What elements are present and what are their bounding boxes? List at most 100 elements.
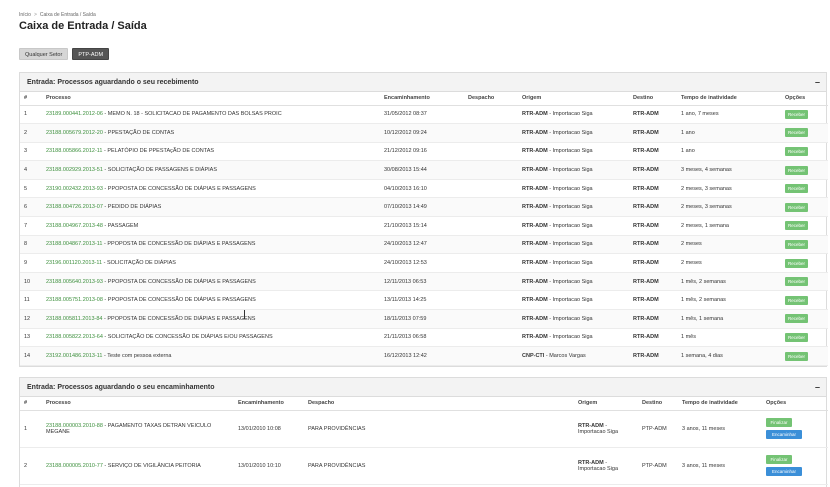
forward-button[interactable]: Encaminhar: [766, 430, 802, 439]
process-description: PPESTAÇÃO DE CONTAS: [107, 129, 175, 136]
origin-code: RTR-ADM: [522, 167, 548, 174]
process-link[interactable]: 23188.005811.2013-84: [46, 316, 102, 322]
origin-code: CNP-CTI: [522, 353, 545, 360]
process-link[interactable]: 23192.001486.2013-11: [46, 353, 102, 359]
process-cell: 23188.000005.2010-77 - SERVIÇO DE VIGILÂ…: [42, 447, 234, 485]
receive-button[interactable]: Receber: [785, 165, 809, 175]
forwarded-date: 13/01/2010 10:08: [234, 410, 304, 448]
row-number: 2: [20, 447, 42, 485]
options-cell: Receber: [781, 253, 828, 273]
col-number: #: [20, 92, 42, 106]
process-link[interactable]: 23190.002432.2013-93: [46, 186, 103, 192]
process-link[interactable]: 23188.005866.2012-11: [46, 148, 102, 154]
col-origin: Origem: [518, 92, 629, 106]
idle-time: 1 mês: [677, 328, 781, 348]
process-link[interactable]: 23189.000441.2012-06: [46, 111, 103, 117]
origin-description: Importacao Siga: [552, 148, 593, 155]
forward-panel: Entrada: Processos aguardando o seu enca…: [19, 377, 828, 487]
receive-button[interactable]: Receber: [785, 221, 809, 231]
row-number: 8: [20, 235, 42, 255]
dispatch-text: PARA PROVIDÊNCIAS: [304, 447, 574, 485]
receive-button[interactable]: Receber: [785, 239, 809, 249]
process-link[interactable]: 23188.004726.2013-07: [46, 204, 103, 210]
receive-button[interactable]: Receber: [785, 184, 809, 194]
receive-button[interactable]: Receber: [785, 295, 809, 305]
process-cell: 23188.005679.2012-20 - PPESTAÇÃO DE CONT…: [42, 123, 380, 143]
forwarded-date: 21/11/2013 06:58: [380, 328, 464, 348]
col-forwarded: Encaminhamento: [380, 92, 464, 106]
table-row: 8 23188.004867.2013-11 - PPOPOSTA DE CON…: [20, 235, 828, 255]
dispatch-text: [464, 290, 518, 311]
process-description: SOLICITAÇÃO DE PASSAGENS E DIÁPIAS: [107, 167, 217, 174]
col-origin: Origem: [574, 397, 638, 411]
options-cell: Receber: [781, 309, 828, 329]
forwarded-date: 21/10/2013 15:14: [380, 216, 464, 236]
origin-code: RTR-ADM: [522, 315, 548, 322]
receive-button[interactable]: Receber: [785, 109, 809, 119]
sector-ptp-adm-button[interactable]: PTP-ADM: [72, 48, 110, 60]
process-link[interactable]: 23188.005751.2013-08: [46, 297, 103, 303]
forward-table-header: # Processo Encaminhamento Despacho Orige…: [20, 397, 828, 411]
forwarded-date: 12/11/2013 06:53: [380, 272, 464, 292]
col-process: Processo: [42, 397, 234, 411]
receive-button[interactable]: Receber: [785, 351, 809, 361]
sector-any-button[interactable]: Qualquer Setor: [19, 48, 69, 60]
collapse-icon[interactable]: –: [815, 77, 820, 87]
process-link[interactable]: 23188.004867.2013-11: [46, 241, 102, 247]
origin-cell: RTR-ADM - Importacao Siga: [518, 160, 629, 180]
forwarded-date: 31/05/2012 08:37: [380, 105, 464, 125]
finalize-button[interactable]: Finalizar: [766, 418, 792, 427]
process-cell: 23188.002929.2013-51 - SOLICITAÇÃO DE PA…: [42, 160, 380, 180]
receive-button[interactable]: Receber: [785, 146, 809, 156]
idle-time: 2 meses, 1 semana: [677, 216, 781, 236]
forward-panel-title: Entrada: Processos aguardando o seu enca…: [27, 383, 215, 391]
receive-button[interactable]: Receber: [785, 277, 809, 287]
origin-code: RTR-ADM: [522, 241, 548, 248]
receive-button[interactable]: Receber: [785, 332, 809, 342]
destination: RTR-ADM: [629, 179, 677, 199]
destination: RTR-ADM: [629, 123, 677, 143]
origin-cell: RTR-ADM - Importacao Siga: [518, 142, 629, 162]
destination: RTR-ADM: [629, 290, 677, 311]
process-description: PPOPOSTA DE CONCESSÃO DE DIÁPIAS E PASSA…: [107, 315, 256, 322]
forwarded-date: 18/11/2013 07:59: [380, 309, 464, 329]
collapse-icon[interactable]: –: [815, 382, 820, 392]
table-row: 10 23188.005640.2013-93 - PPOPOSTA DE CO…: [20, 272, 828, 292]
forward-button[interactable]: Encaminhar: [766, 467, 802, 476]
breadcrumb: Início > Caixa de Entrada / Saída: [19, 12, 96, 18]
origin-code: RTR-ADM: [522, 204, 548, 211]
process-link[interactable]: 23188.000005.2010-77: [46, 463, 103, 469]
origin-code: RTR-ADM: [522, 185, 548, 192]
process-link[interactable]: 23188.002929.2013-51: [46, 167, 103, 173]
dispatch-text: [464, 142, 518, 162]
col-destination: Destino: [638, 397, 678, 411]
receive-button[interactable]: Receber: [785, 202, 809, 212]
options-cell: Finalizar Encaminhar: [762, 410, 828, 448]
receive-button[interactable]: Receber: [785, 314, 809, 324]
table-row: 14 23192.001486.2013-11 - Teste com pess…: [20, 346, 828, 366]
destination: RTR-ADM: [629, 235, 677, 255]
process-cell: 23188.000003.2010-88 - PAGAMENTO TAXAS D…: [42, 410, 234, 448]
origin-description: Importacao Siga: [552, 204, 593, 211]
options-cell: Receber: [781, 346, 828, 366]
process-link[interactable]: 23196.001120.2013-11: [46, 260, 102, 266]
process-link[interactable]: 23188.005822.2013-64: [46, 334, 103, 340]
receive-button[interactable]: Receber: [785, 258, 809, 268]
process-link[interactable]: 23188.005679.2012-20: [46, 130, 103, 136]
finalize-button[interactable]: Finalizar: [766, 455, 792, 464]
origin-description: Importacao Siga: [552, 334, 593, 341]
process-link[interactable]: 23188.005640.2013-93: [46, 279, 103, 285]
breadcrumb-separator: >: [33, 12, 37, 18]
table-row: 7 23188.004967.2013-48 - PASSAGEM 21/10/…: [20, 216, 828, 236]
idle-time: 3 anos, 11 meses: [678, 410, 762, 448]
row-number: 6: [20, 197, 42, 218]
breadcrumb-home[interactable]: Início: [19, 12, 31, 18]
process-link[interactable]: 23188.004967.2013-48: [46, 223, 103, 229]
options-cell: Receber: [781, 105, 828, 125]
options-cell: Receber: [781, 123, 828, 143]
destination: RTR-ADM: [629, 272, 677, 292]
receive-button[interactable]: Receber: [785, 128, 809, 138]
idle-time: 2 meses, 3 semanas: [677, 197, 781, 218]
row-number: 7: [20, 216, 42, 236]
origin-description: Importacao Siga: [578, 428, 619, 435]
